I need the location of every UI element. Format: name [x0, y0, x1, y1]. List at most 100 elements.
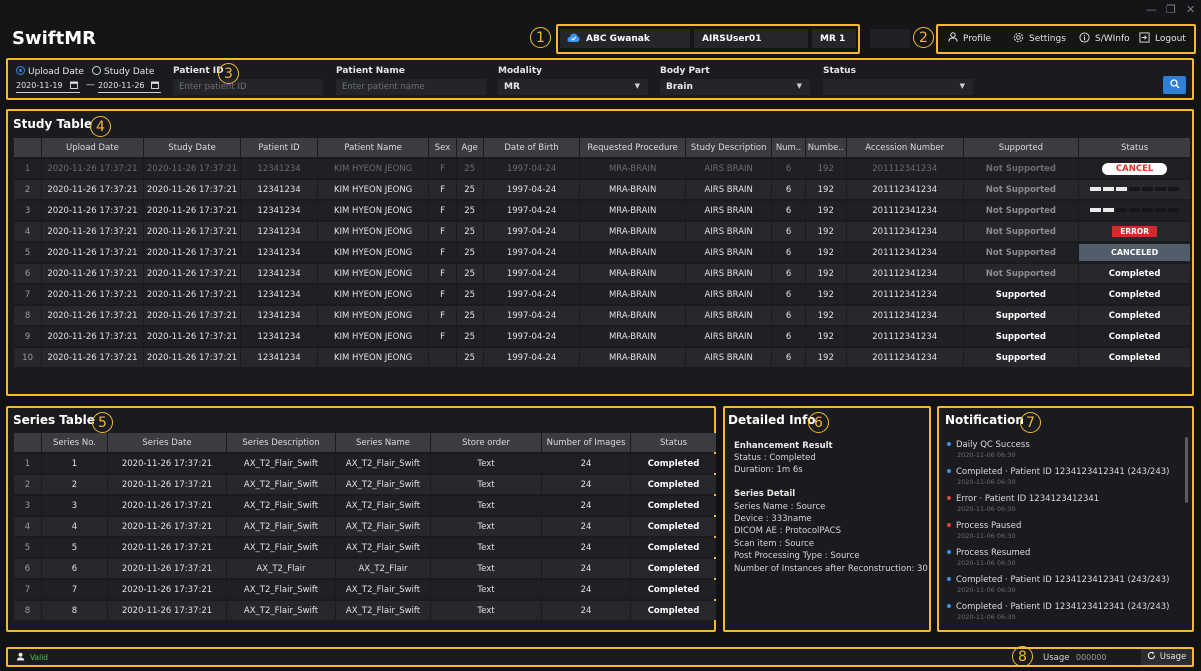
study-col-header[interactable]: Num..: [772, 138, 805, 157]
notification-item[interactable]: Process Resumed: [947, 548, 1030, 558]
notification-item[interactable]: Completed · Patient ID 1234123412341 (24…: [947, 575, 1169, 585]
study-date-radio[interactable]: Study Date: [92, 66, 154, 77]
study-table-row[interactable]: 6 2020-11-26 17:37:21 2020-11-26 17:37:21 1…: [14, 264, 1190, 283]
study-cell-status: Completed: [1079, 285, 1190, 304]
series-table-row[interactable]: 5 5 2020-11-26 17:37:21 AX_T2_Flair_Swift AX…: [14, 538, 716, 557]
study-col-header[interactable]: Status: [1079, 138, 1190, 157]
notification-scrollbar[interactable]: [1185, 437, 1188, 503]
swinfo-button[interactable]: S/WInfo: [1079, 32, 1130, 46]
modality-select[interactable]: MR ▼: [498, 79, 648, 95]
notification-item[interactable]: Daily QC Success: [947, 440, 1030, 450]
study-table-row[interactable]: 4 2020-11-26 17:37:21 2020-11-26 17:37:21 1…: [14, 222, 1190, 241]
maximize-icon[interactable]: ❐: [1166, 3, 1176, 16]
upload-date-radio[interactable]: Upload Date: [16, 66, 84, 77]
study-col-header[interactable]: Numbe..: [805, 138, 846, 157]
license-status-text: Valid: [30, 653, 49, 662]
series-cell-images: 24: [542, 475, 630, 494]
series-table-row[interactable]: 7 7 2020-11-26 17:37:21 AX_T2_Flair_Swift AX…: [14, 580, 716, 599]
study-cell-dob: 1997-04-24: [483, 201, 580, 220]
study-col-header[interactable]: Requested Procedure: [580, 138, 685, 157]
study-col-header[interactable]: [14, 138, 42, 157]
study-col-header[interactable]: Study Description: [685, 138, 772, 157]
study-table-row[interactable]: 10 2020-11-26 17:37:21 2020-11-26 17:37:21…: [14, 348, 1190, 367]
date-to-input[interactable]: 2020-11-26: [98, 81, 161, 93]
study-cell-num2: 192: [805, 201, 846, 220]
series-cell-desc: AX_T2_Flair_Swift: [227, 496, 335, 515]
study-cell-proc: MRA-BRAIN: [580, 159, 685, 178]
body-part-select[interactable]: Brain ▼: [660, 79, 810, 95]
study-cell-num1: 6: [772, 243, 805, 262]
study-cell-acc: 201112341234: [846, 201, 963, 220]
date-from-input[interactable]: 2020-11-19: [16, 81, 80, 93]
study-cell-dob: 1997-04-24: [483, 180, 580, 199]
study-cell-num2: 192: [805, 222, 846, 241]
series-col-header[interactable]: Series Description: [227, 433, 335, 452]
minimize-icon[interactable]: —: [1146, 3, 1157, 16]
study-table-row[interactable]: 5 2020-11-26 17:37:21 2020-11-26 17:37:21 1…: [14, 243, 1190, 262]
study-col-header[interactable]: Patient ID: [241, 138, 317, 157]
status-dot-icon: [947, 523, 951, 527]
window-titlebar: [0, 0, 1201, 20]
patient-id-input[interactable]: Enter patient ID: [173, 79, 323, 95]
notification-item[interactable]: Completed · Patient ID 1234123412341 (24…: [947, 467, 1169, 477]
study-col-header[interactable]: Accession Number: [846, 138, 963, 157]
profile-button[interactable]: Profile: [948, 32, 991, 45]
settings-button[interactable]: Settings: [1013, 32, 1066, 46]
study-table-row[interactable]: 9 2020-11-26 17:37:21 2020-11-26 17:37:21 1…: [14, 327, 1190, 346]
calendar-icon[interactable]: [70, 81, 78, 91]
series-col-header[interactable]: [14, 433, 41, 452]
series-cell-status: Completed: [631, 496, 716, 515]
study-cell-supported: Not Supported: [963, 264, 1079, 283]
series-col-header[interactable]: Status: [631, 433, 716, 452]
series-col-header[interactable]: Number of Images: [542, 433, 630, 452]
series-cell-desc: AX_T2_Flair_Swift: [227, 580, 335, 599]
close-icon[interactable]: ✕: [1186, 3, 1195, 16]
series-table-row[interactable]: 8 8 2020-11-26 17:37:21 AX_T2_Flair_Swift AX…: [14, 601, 716, 620]
status-dot-icon: [947, 604, 951, 608]
study-col-header[interactable]: Age: [456, 138, 483, 157]
study-table-row[interactable]: 7 2020-11-26 17:37:21 2020-11-26 17:37:21 1…: [14, 285, 1190, 304]
series-col-header[interactable]: Series No.: [42, 433, 107, 452]
usage-refresh-button[interactable]: Usage: [1141, 649, 1192, 665]
study-col-header[interactable]: Date of Birth: [483, 138, 580, 157]
logout-button[interactable]: Logout: [1139, 32, 1186, 46]
status-select[interactable]: ▼: [823, 79, 973, 95]
study-col-header[interactable]: Sex: [429, 138, 456, 157]
study-cell-num2: 192: [805, 159, 846, 178]
settings-label: Settings: [1029, 34, 1066, 44]
study-col-header[interactable]: Patient Name: [317, 138, 429, 157]
series-table-row[interactable]: 6 6 2020-11-26 17:37:21 AX_T2_Flair AX_T2_Fl…: [14, 559, 716, 578]
study-cell-acc: 201112341234: [846, 306, 963, 325]
series-table-row[interactable]: 1 1 2020-11-26 17:37:21 AX_T2_Flair_Swift AX…: [14, 454, 716, 473]
patient-name-input[interactable]: Enter patient name: [336, 79, 486, 95]
cancel-button[interactable]: CANCEL: [1101, 162, 1168, 175]
study-cell-supported: Not Supported: [963, 180, 1079, 199]
study-cell-upload: 2020-11-26 17:37:21: [42, 222, 143, 241]
study-table-row[interactable]: 3 2020-11-26 17:37:21 2020-11-26 17:37:21 1…: [14, 201, 1190, 220]
device-field: MR 1: [812, 29, 856, 48]
study-cell-n: 1: [14, 159, 42, 178]
study-table-row[interactable]: 2 2020-11-26 17:37:21 2020-11-26 17:37:21 1…: [14, 180, 1190, 199]
study-col-header[interactable]: Study Date: [143, 138, 241, 157]
series-table-row[interactable]: 2 2 2020-11-26 17:37:21 AX_T2_Flair_Swift AX…: [14, 475, 716, 494]
user-icon: [948, 32, 958, 45]
study-table-row[interactable]: 8 2020-11-26 17:37:21 2020-11-26 17:37:21 1…: [14, 306, 1190, 325]
notification-item[interactable]: Completed · Patient ID 1234123412341 (24…: [947, 602, 1169, 612]
study-col-header[interactable]: Upload Date: [42, 138, 143, 157]
study-cell-name: KIM HYEON JEONG: [317, 348, 429, 367]
series-col-header[interactable]: Store order: [431, 433, 541, 452]
series-table-row[interactable]: 4 4 2020-11-26 17:37:21 AX_T2_Flair_Swift AX…: [14, 517, 716, 536]
series-cell-images: 24: [542, 517, 630, 536]
study-col-header[interactable]: Supported: [963, 138, 1079, 157]
study-cell-name: KIM HYEON JEONG: [317, 180, 429, 199]
notification-item[interactable]: Error · Patient ID 1234123412341: [947, 494, 1099, 504]
series-table-row[interactable]: 3 3 2020-11-26 17:37:21 AX_T2_Flair_Swift AX…: [14, 496, 716, 515]
series-col-header[interactable]: Series Name: [336, 433, 430, 452]
calendar-icon[interactable]: [151, 81, 159, 91]
series-cell-name: AX_T2_Flair_Swift: [336, 601, 430, 620]
search-button[interactable]: [1163, 76, 1186, 94]
study-table-row[interactable]: 1 2020-11-26 17:37:21 2020-11-26 17:37:21 1…: [14, 159, 1190, 178]
notification-item[interactable]: Process Paused: [947, 521, 1021, 531]
series-col-header[interactable]: Series Date: [108, 433, 226, 452]
study-table: Upload Date Study Date Patient ID Patient N…: [13, 136, 1191, 369]
